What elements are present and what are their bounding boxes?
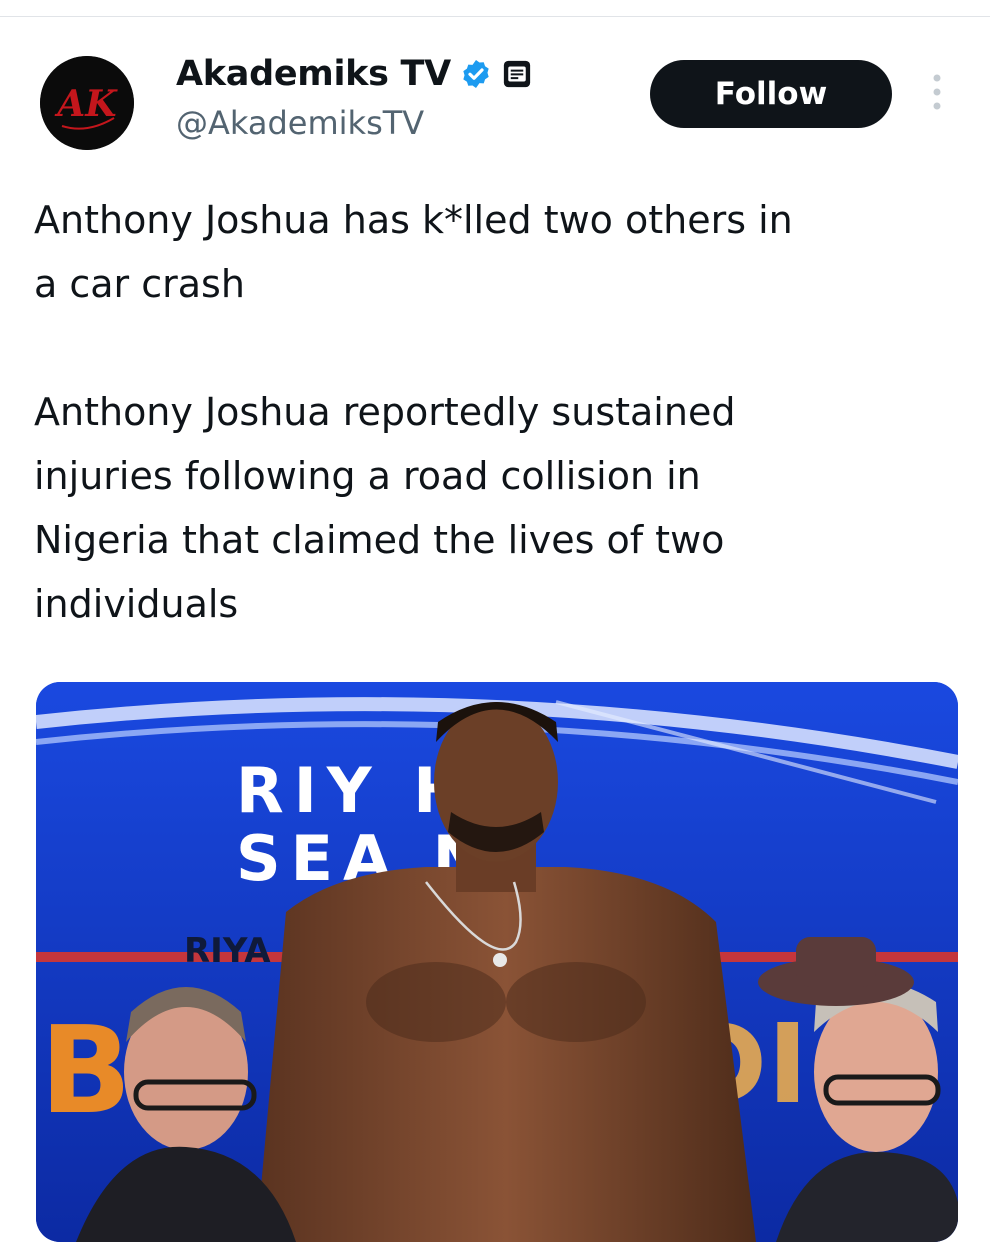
follow-button[interactable]: Follow: [650, 60, 892, 128]
tweet-text: Anthony Joshua has k*lled two others in …: [34, 198, 793, 626]
top-divider: [0, 16, 990, 17]
svg-text:B: B: [40, 1002, 131, 1141]
author-name-row: Akademiks TV: [176, 50, 532, 98]
tweet-media-image[interactable]: RIY H SEA N RIYA B DI: [36, 682, 958, 1242]
svg-text:AK: AK: [54, 83, 118, 125]
author-handle[interactable]: @AkademiksTV: [176, 104, 424, 142]
svg-text:RIYA: RIYA: [184, 931, 271, 971]
author-display-name[interactable]: Akademiks TV: [176, 54, 451, 94]
verified-badge-icon: [463, 60, 489, 88]
avatar[interactable]: AK: [40, 56, 134, 150]
boxer-photo: RIY H SEA N RIYA B DI: [36, 682, 958, 1242]
affiliate-badge-icon: [503, 60, 531, 88]
avatar-logo: AK: [40, 56, 134, 150]
more-dots-icon[interactable]: [928, 72, 946, 112]
